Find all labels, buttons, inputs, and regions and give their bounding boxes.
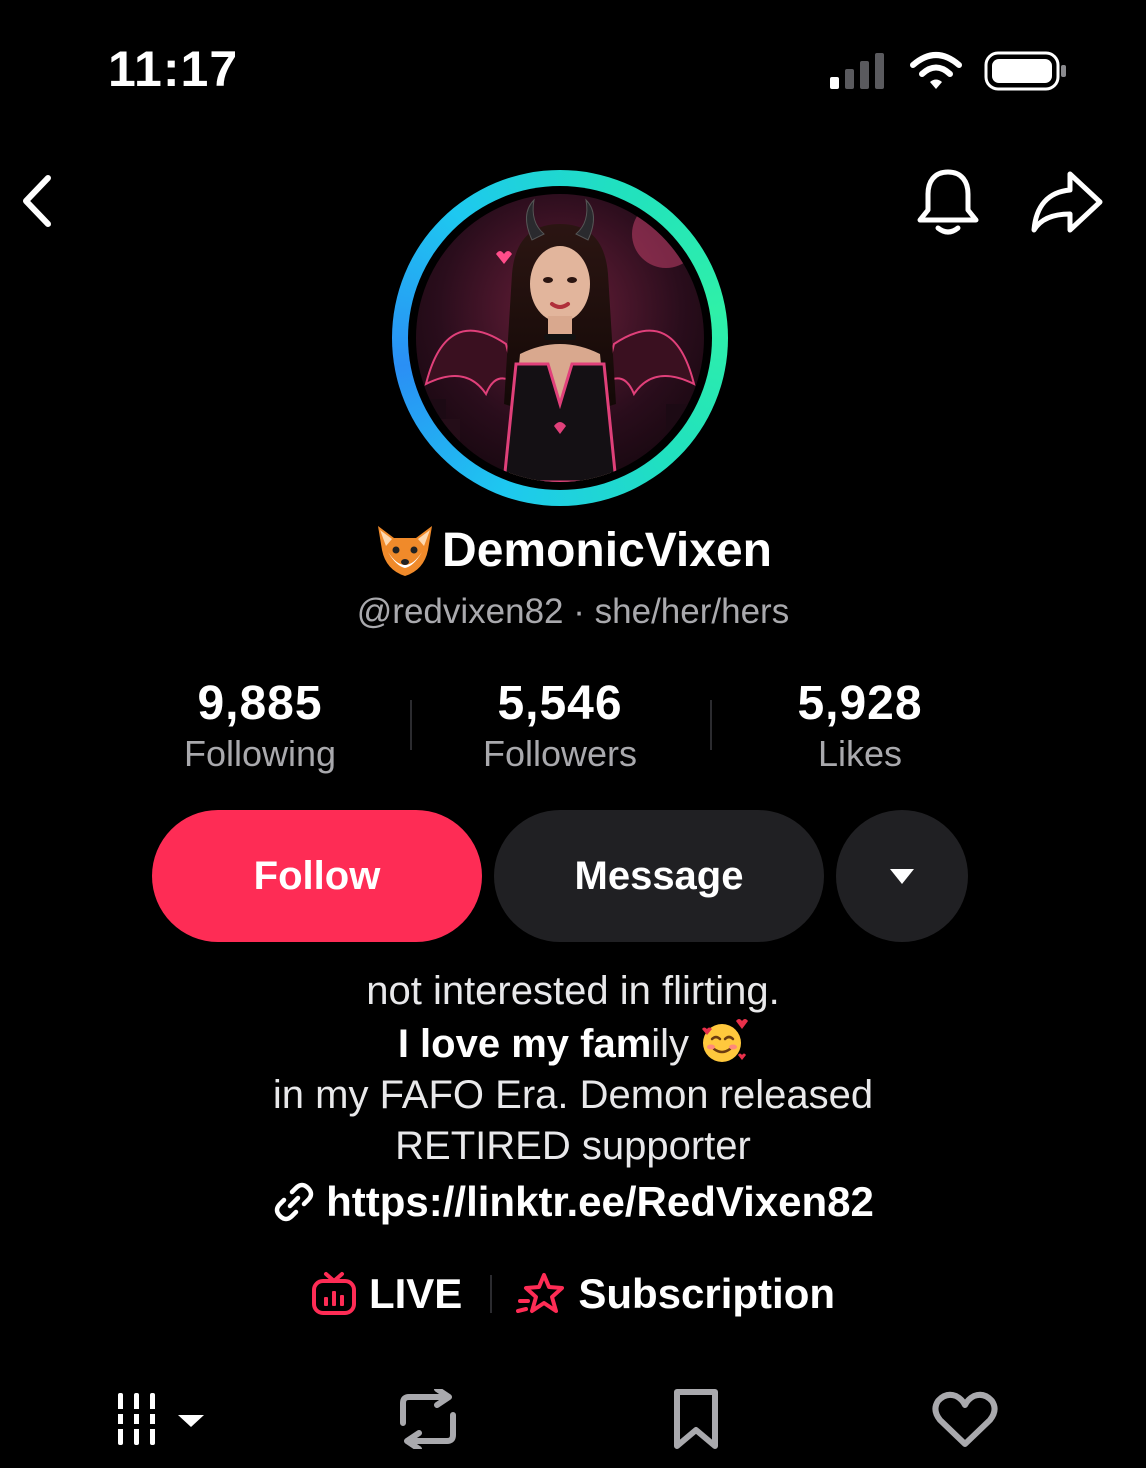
stat-value: 5,546 [497,677,623,730]
pronouns: she/her/hers [594,592,790,631]
bio: not interested in flirting. I love my fa… [0,966,1146,1172]
share-arrow-icon [1031,171,1103,233]
follow-button[interactable]: Follow [152,810,482,942]
bookmark-icon [674,1389,718,1449]
message-button[interactable]: Message [494,810,824,942]
stat-label: Following [183,733,337,774]
tab-liked[interactable] [930,1386,1000,1452]
tab-favorites[interactable] [664,1386,728,1452]
bio-link-text[interactable]: https://linktr.ee/RedVixen82 [326,1178,874,1226]
notification-bell-button[interactable] [912,166,984,238]
username-handle: @redvixen82 [356,592,564,631]
display-name: DemonicVixen [442,523,772,577]
live-button[interactable]: LIVE [311,1270,462,1318]
bio-line-4: RETIRED supporter [395,1124,751,1168]
handle-line: @redvixen82 · she/her/hers [0,592,1146,632]
bio-line-3: in my FAFO Era. Demon released [272,1073,874,1117]
repost-icon [400,1389,456,1449]
bio-line-2-rest: ily [651,1022,690,1066]
back-button[interactable] [14,170,64,230]
stat-value: 9,885 [197,677,323,730]
display-name-row: DemonicVixen [0,522,1146,578]
caret-down-icon [890,869,914,884]
wifi-icon [910,52,962,89]
link-icon [274,1182,314,1222]
suggested-accounts-button[interactable] [836,810,968,942]
creator-extras: LIVE Subscription [0,1270,1146,1318]
subscription-button[interactable]: Subscription [516,1270,835,1318]
status-icons [830,50,1068,92]
tab-reposts[interactable] [388,1386,468,1452]
bell-icon [917,169,979,235]
bio-line-2-bold: I love my fam [397,1022,652,1066]
stat-value: 5,928 [797,677,923,730]
handle-separator: · [573,592,585,631]
bio-line-1: not interested in flirting. [366,969,780,1013]
fox-face-icon [378,526,433,576]
chevron-left-icon [23,175,51,227]
tab-videos[interactable] [110,1386,210,1452]
stat-followers[interactable]: 5,546 Followers [410,676,710,775]
stat-label: Followers [482,733,638,774]
stat-label: Likes [817,733,903,774]
extras-divider [490,1275,493,1313]
avatar[interactable] [416,194,704,482]
avatar-image [416,194,704,482]
share-button[interactable] [1028,166,1106,238]
live-tv-icon [311,1272,356,1315]
bio-line-2: I love my family [0,1017,1146,1070]
heart-icon [932,1391,998,1447]
stat-following[interactable]: 9,885 Following [110,676,410,775]
battery-icon [984,51,1066,91]
bio-link[interactable]: https://linktr.ee/RedVixen82 [0,1178,1146,1226]
subscription-label: Subscription [578,1270,836,1317]
status-time: 11:17 [108,41,239,97]
videos-grid-icon [114,1393,204,1445]
stat-likes[interactable]: 5,928 Likes [710,676,1010,775]
signal-icon [830,53,884,89]
smiling-face-with-hearts-icon [702,1019,749,1062]
subscription-star-icon [516,1273,565,1313]
profile-page: 11:17 DemonicVixen @redvixen82 · she/her… [0,0,1146,1468]
live-label: LIVE [368,1270,463,1317]
